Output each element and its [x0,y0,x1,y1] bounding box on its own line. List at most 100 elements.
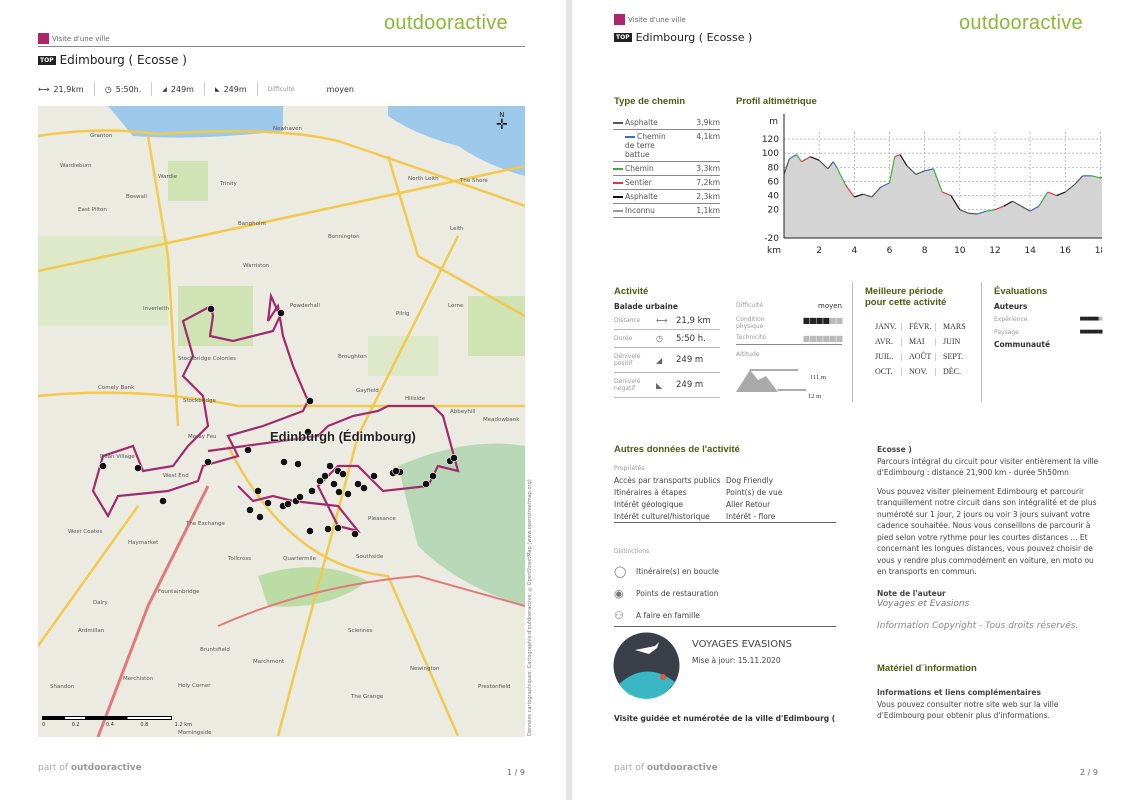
poi-marker [370,472,378,480]
category-label: Visite d'une ville [52,34,110,43]
scale-labels: 0 0.2 0.4 0.8 1.2 km [42,722,192,728]
map-place-label: The Exchange [186,521,225,527]
activity-stats: Distance ⟷ 21,9 km Durée ◷ 5:50 h. Dénivelé po… [614,312,720,398]
brand-logo: outdooractive [959,12,1083,34]
path-type-row: Inconnu 1,1km [613,204,720,218]
property-item: Point(s) de vue [726,488,783,497]
path-type-row: Chemin de terre battue 4,1km [613,130,720,162]
month-separator: | [935,337,937,346]
x-tick-label: 2 [816,246,822,256]
map-place-label: East Pilton [78,207,107,213]
distance-icon: ⟷ [656,316,668,325]
scale-label: 0 [42,722,46,728]
map-place-label: Stockbridge [183,398,216,404]
month-9: OCT. [875,367,893,376]
compass-north-icon[interactable]: N ✛ [496,111,508,132]
distance-value: 21,9km [53,84,84,94]
path-type-value: 4,1km [696,132,720,141]
map-place-label: Wardie [158,174,178,180]
author-name: VOYAGES EVASIONS [692,639,792,650]
descent-value: 249m [223,84,247,94]
path-type-swatch [625,136,635,138]
author-updated: Mise à jour: 15.11.2020 [692,656,781,665]
stat-distance: ⟷ 21,9km [38,82,94,96]
brand-logo: outdooractive [384,12,508,34]
path-type-name: Asphalte [625,192,658,201]
map-place-label: Bangholm [238,221,266,227]
map-place-label: Broughton [338,354,367,360]
rating-dot: ■ [1098,316,1103,322]
altitude-label: Altitude [736,351,760,358]
activity-row: Distance ⟷ 21,9 km [614,312,720,330]
poi-marker [450,454,458,462]
landscape-label: Paysage [994,329,1019,336]
duration-value: 5:50h. [115,84,142,94]
property-item: Aller Retour [726,500,771,509]
poi-marker [308,487,316,495]
info-subheading: Informations et liens complémentaires [877,688,1041,697]
route-map[interactable]: Granton Newhaven Wardieburn Wardie Trinity Bo… [38,106,525,737]
other-data-heading: Autres données de l'activité [614,444,740,455]
distinction-label: Itinéraire(s) en boucle [636,566,719,576]
poi-marker [335,488,343,496]
map-place-label: Bruntsfield [200,647,230,653]
properties-label: Propriétés [614,465,645,472]
description-title: Visite guidée et numérotée de la ville d… [614,714,836,723]
x-axis-label: km [767,246,781,256]
x-tick-label: 16 [1060,246,1072,256]
restaurant-icon: ◉ [614,586,624,600]
technique-rating: ■■■■■■ [803,334,843,343]
map-place-label: Newington [410,666,440,672]
map-place-label: West Coates [68,529,103,535]
path-type-swatch [613,122,623,124]
poi-marker [256,513,264,521]
description-title-end: Ecosse ) [877,445,912,454]
description: Ecosse ) Parcours intégral du circuit po… [877,444,1105,632]
map-place-label: Stockbridge Colonies [178,356,236,362]
month-separator: | [901,322,903,331]
path-type-name: Chemin [625,164,654,173]
map-place-label: Morningside [178,730,212,736]
top-badge: TOP [614,33,632,42]
distance-icon: ⟷ [38,84,50,94]
map-place-label: Abbeyhill [450,409,476,415]
path-type-row: Sentier 7,2km [613,176,720,190]
activity-row: Durée ◷ 5:50 h. [614,330,720,348]
x-tick-label: 10 [954,246,966,256]
month-separator: | [901,352,903,361]
elevation-segment [968,212,978,215]
path-type-swatch [613,196,623,198]
city-walk-icon [614,14,625,25]
path-type-name: Sentier [625,178,652,187]
path-type-label: Sentier [613,178,652,187]
divider [38,46,525,47]
month-7: AOÛT [909,352,932,361]
authors-label: Auteurs [994,302,1028,311]
map-place-label: Tollcross [228,556,252,562]
poi-marker [344,490,352,498]
ratings: Auteurs Expérience ■■■■■■ Paysage ■■■■■■ C… [994,302,1103,349]
clock-icon: ◷ [656,334,663,343]
poi-marker [321,472,329,480]
month-11: DÉC. [943,367,961,376]
author-note: Voyages et Evasions [877,599,970,609]
distinction-label: A faire en famille [636,610,700,620]
path-type-row: Chemin 3,3km [613,162,720,176]
activity-difficulty: Difficulté moyen Condition physique ■■■■■■… [736,302,843,400]
page-title: TOP Edimbourg ( Ecosse ) [38,53,187,67]
map-place-label: Moray Feu [188,434,217,440]
activity-row-value: 5:50 h. [676,333,706,344]
y-tick-label: 120 [762,135,779,145]
condition-label: Condition physique [736,316,765,330]
map-canvas[interactable] [38,106,525,737]
month-separator: | [935,367,937,376]
poi-marker [159,497,167,505]
ascent-icon: ◢ [162,85,167,93]
month-0: JANV. [875,322,897,331]
info: Informations et liens complémentaires Vo… [877,687,1105,722]
chart-title: Profil altimétrique [736,96,817,107]
path-type-label: Inconnu [613,206,655,215]
month-6: JUIL. [875,352,894,361]
property-item: Intérêt culturel/historique [614,512,710,521]
elevation-chart: -20204060801001202468101214161820mkm [762,114,1102,256]
